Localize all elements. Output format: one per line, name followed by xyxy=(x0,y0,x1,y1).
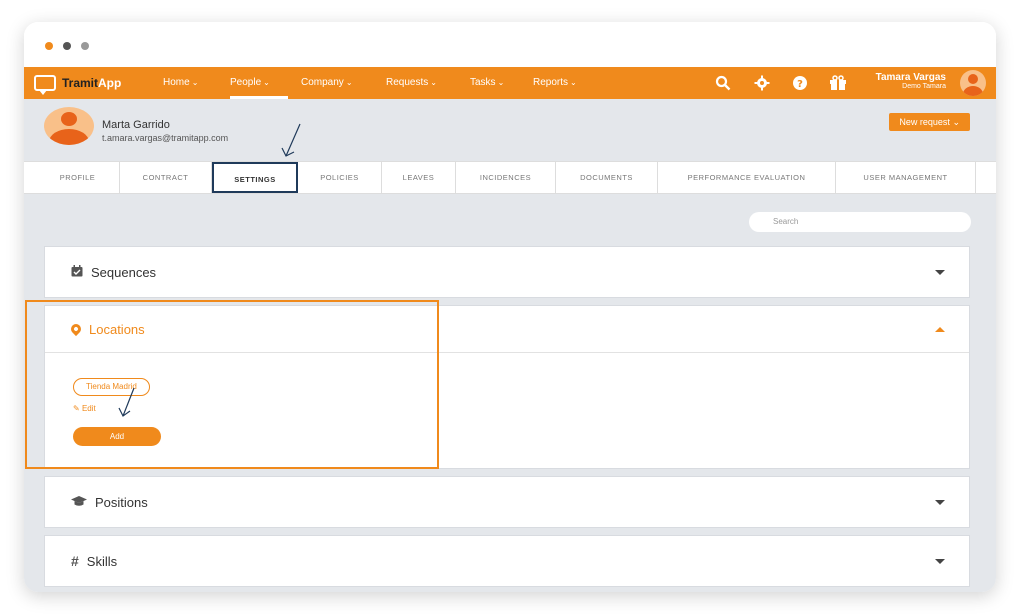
logo-text: TramitApp xyxy=(62,76,122,90)
chevron-up-icon[interactable] xyxy=(935,327,945,332)
search-input[interactable]: Search xyxy=(749,212,971,232)
nav-tasks[interactable]: Tasks ⌄ xyxy=(470,67,504,99)
skills-panel[interactable]: # Skills xyxy=(44,535,970,587)
top-navbar: TramitApp Home ⌄ People ⌄ Company ⌄ Request… xyxy=(24,67,996,99)
profile-header: Marta Garrido t.amara.vargas@tramitapp.c… xyxy=(24,99,996,161)
employee-email: t.amara.vargas@tramitapp.com xyxy=(102,133,229,143)
employee-avatar xyxy=(44,107,94,145)
employee-name: Marta Garrido xyxy=(102,119,170,131)
chevron-down-icon[interactable] xyxy=(935,559,945,564)
sequences-panel[interactable]: Sequences xyxy=(44,246,970,298)
skills-header: # Skills xyxy=(71,536,117,586)
nav-requests[interactable]: Requests ⌄ xyxy=(386,67,437,99)
gear-icon[interactable] xyxy=(753,74,771,92)
sequences-header: Sequences xyxy=(71,247,156,297)
user-name: Tamara Vargas xyxy=(875,72,946,83)
nav-reports[interactable]: Reports ⌄ xyxy=(533,67,577,99)
calendar-check-icon xyxy=(71,264,83,280)
tab-leaves[interactable]: LEAVES xyxy=(382,162,456,193)
chevron-down-icon[interactable] xyxy=(935,500,945,505)
window-dot-orange xyxy=(45,42,53,50)
app-logo[interactable]: TramitApp xyxy=(34,73,122,95)
gift-icon[interactable] xyxy=(829,74,847,92)
browser-window: TramitApp Home ⌄ People ⌄ Company ⌄ Request… xyxy=(24,22,996,592)
hashtag-icon: # xyxy=(71,553,79,569)
window-titlebar xyxy=(24,22,996,67)
positions-title: Positions xyxy=(95,494,148,510)
nav-people[interactable]: People ⌄ xyxy=(230,67,288,99)
graduation-cap-icon xyxy=(71,495,87,510)
window-dot-gray xyxy=(81,42,89,50)
nav-home[interactable]: Home ⌄ xyxy=(163,67,198,99)
new-request-button[interactable]: New request ⌄ xyxy=(889,113,970,131)
skills-title: Skills xyxy=(86,553,118,569)
tab-policies[interactable]: POLICIES xyxy=(298,162,382,193)
chevron-down-icon: ⌄ xyxy=(952,117,960,127)
chevron-down-icon: ⌄ xyxy=(570,78,577,87)
annotation-arrow-settings xyxy=(281,123,301,157)
chevron-down-icon[interactable] xyxy=(935,270,945,275)
chevron-down-icon: ⌄ xyxy=(497,78,505,87)
profile-tabs: PROFILE CONTRACT SETTINGS POLICIES LEAVE… xyxy=(24,161,996,194)
positions-header: Positions xyxy=(71,477,148,527)
chevron-down-icon: ⌄ xyxy=(263,78,270,87)
svg-text:?: ? xyxy=(797,79,803,90)
positions-panel[interactable]: Positions xyxy=(44,476,970,528)
nav-company[interactable]: Company ⌄ xyxy=(301,67,353,99)
logo-bubble-icon xyxy=(34,75,56,95)
window-dot-dark xyxy=(63,42,71,50)
annotation-highlight-box xyxy=(25,300,439,469)
chevron-down-icon: ⌄ xyxy=(430,78,437,87)
tab-profile[interactable]: PROFILE xyxy=(36,162,120,193)
tab-contract[interactable]: CONTRACT xyxy=(120,162,212,193)
chevron-down-icon: ⌄ xyxy=(345,78,353,87)
tab-documents[interactable]: DOCUMENTS xyxy=(556,162,658,193)
user-company: Demo Tamara xyxy=(902,83,946,90)
tab-user-management[interactable]: USER MANAGEMENT xyxy=(836,162,976,193)
tab-incidences[interactable]: INCIDENCES xyxy=(456,162,556,193)
tab-performance-evaluation[interactable]: PERFORMANCE EVALUATION xyxy=(658,162,836,193)
search-icon[interactable] xyxy=(714,74,732,92)
user-info[interactable]: Tamara Vargas Demo Tamara xyxy=(876,72,946,90)
annotation-arrow-add xyxy=(118,387,135,417)
chevron-down-icon: ⌄ xyxy=(191,78,199,87)
help-icon[interactable]: ? xyxy=(791,74,809,92)
sequences-title: Sequences xyxy=(91,264,157,280)
avatar[interactable] xyxy=(960,70,986,96)
tab-settings[interactable]: SETTINGS xyxy=(212,162,298,193)
